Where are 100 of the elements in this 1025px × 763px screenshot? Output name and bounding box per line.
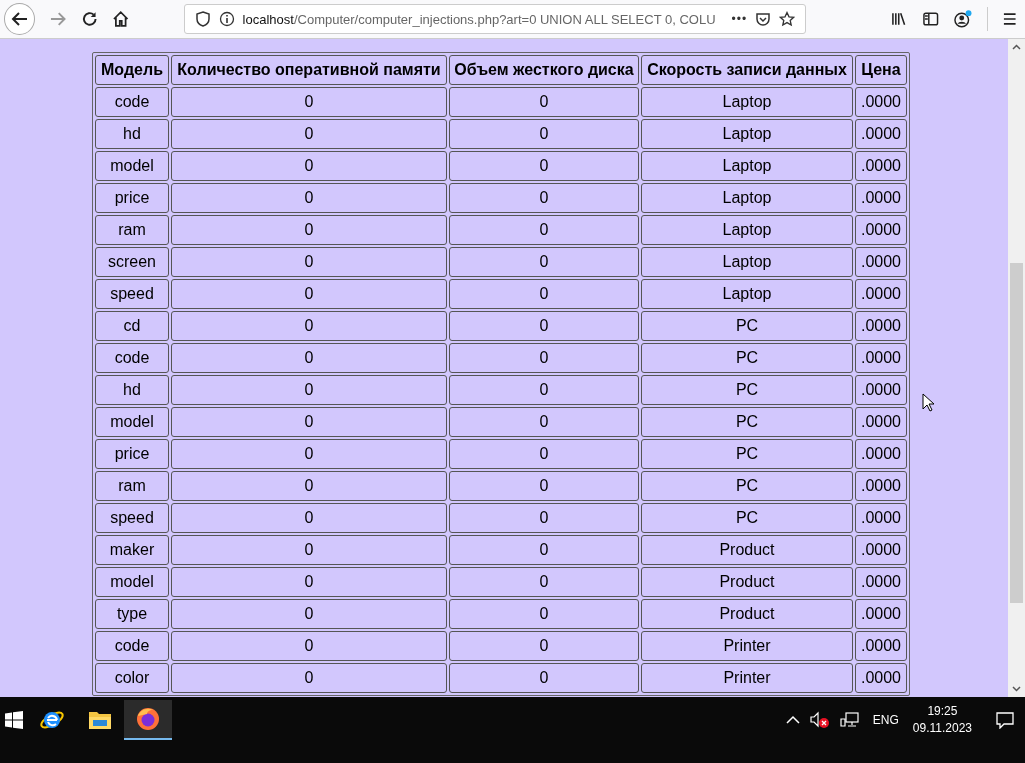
table-cell: cd — [95, 311, 169, 341]
table-cell: .0000 — [855, 407, 907, 437]
more-actions-button[interactable]: ••• — [731, 12, 748, 26]
table-cell: 0 — [449, 567, 639, 597]
home-icon[interactable] — [112, 10, 130, 28]
table-cell: 0 — [171, 215, 447, 245]
table-cell: 0 — [171, 311, 447, 341]
reload-icon[interactable] — [80, 10, 99, 28]
table-cell: 0 — [171, 631, 447, 661]
table-cell: .0000 — [855, 311, 907, 341]
table-cell: 0 — [171, 471, 447, 501]
table-cell: Printer — [641, 663, 853, 693]
table-cell: code — [95, 343, 169, 373]
column-header: Модель — [95, 55, 169, 85]
scrollbar[interactable] — [1008, 39, 1025, 697]
fox-globe-icon — [135, 706, 161, 732]
table-cell: Laptop — [641, 151, 853, 181]
caret-up-icon[interactable] — [785, 715, 800, 725]
table-cell: model — [95, 407, 169, 437]
table-cell: hd — [95, 375, 169, 405]
forward-arrow-icon[interactable] — [49, 10, 67, 28]
url-text: localhost/Computer/computer_injections.php?art=0 UNION ALL SELECT 0, COLU — [242, 11, 717, 27]
table-cell: 0 — [171, 599, 447, 629]
table-cell: 0 — [449, 119, 639, 149]
table-cell: 0 — [449, 407, 639, 437]
info-icon — [218, 11, 235, 27]
table-cell: 0 — [171, 439, 447, 469]
table-cell: .0000 — [855, 567, 907, 597]
table-cell: ram — [95, 215, 169, 245]
clock-date[interactable]: 09.11.2023 — [912, 720, 972, 737]
table-cell: PC — [641, 311, 853, 341]
table-cell: code — [95, 87, 169, 117]
table-cell: .0000 — [855, 375, 907, 405]
table-cell: .0000 — [855, 439, 907, 469]
table-cell: ram — [95, 471, 169, 501]
table-cell: 0 — [449, 183, 639, 213]
table-cell: 0 — [171, 279, 447, 309]
scroll-up-icon[interactable] — [1012, 44, 1021, 50]
table-cell: 0 — [449, 471, 639, 501]
network-icon[interactable] — [839, 711, 860, 729]
windows-start-icon[interactable] — [5, 711, 23, 729]
scroll-down-icon[interactable] — [1012, 686, 1021, 692]
library-icon[interactable] — [890, 10, 908, 28]
taskbar-app[interactable] — [124, 700, 172, 740]
table-cell: 0 — [171, 567, 447, 597]
table-cell: type — [95, 599, 169, 629]
table-cell: 0 — [171, 375, 447, 405]
clock-time[interactable]: 19:25 — [927, 703, 958, 720]
table-cell: .0000 — [855, 535, 907, 565]
table-cell: .0000 — [855, 343, 907, 373]
table-cell: PC — [641, 375, 853, 405]
table-cell: 0 — [449, 439, 639, 469]
table-cell: 0 — [449, 375, 639, 405]
table-cell: PC — [641, 439, 853, 469]
table-cell: 0 — [449, 599, 639, 629]
scrollbar-thumb[interactable] — [1010, 263, 1023, 603]
table-cell: .0000 — [855, 151, 907, 181]
table-cell: 0 — [171, 503, 447, 533]
table-cell: model — [95, 567, 169, 597]
table-cell: PC — [641, 407, 853, 437]
table-cell: 0 — [449, 151, 639, 181]
table-cell: 0 — [449, 311, 639, 341]
table-cell: .0000 — [855, 631, 907, 661]
back-arrow-icon — [10, 10, 29, 28]
menu-icon[interactable] — [1001, 10, 1019, 28]
address-bar[interactable]: localhost/Computer/computer_injections.php?art=0 UNION ALL SELECT 0, COLU ••• — [183, 4, 807, 34]
notification-icon[interactable] — [996, 711, 1014, 729]
table-cell: 0 — [449, 247, 639, 277]
table-cell: 0 — [449, 503, 639, 533]
table-cell: maker — [95, 535, 169, 565]
table-cell: 0 — [171, 247, 447, 277]
language-indicator[interactable]: ENG — [872, 713, 899, 727]
table-cell: model — [95, 151, 169, 181]
table-cell: 0 — [171, 343, 447, 373]
table-cell: PC — [641, 503, 853, 533]
column-header: Количество оперативной памяти — [171, 55, 447, 85]
column-header: Объем жесткого диска — [449, 55, 639, 85]
column-header: Цена — [855, 55, 907, 85]
table-cell: Laptop — [641, 215, 853, 245]
table-cell: .0000 — [855, 279, 907, 309]
table-cell: color — [95, 663, 169, 693]
table-cell: price — [95, 183, 169, 213]
sidebar-icon[interactable] — [921, 10, 940, 28]
table-cell: .0000 — [855, 663, 907, 693]
table-cell: 0 — [449, 663, 639, 693]
speaker-muted-icon[interactable] — [809, 711, 830, 729]
mouse-pointer-icon — [922, 393, 934, 412]
table-cell: .0000 — [855, 599, 907, 629]
back-button[interactable] — [4, 3, 36, 35]
table-cell: .0000 — [855, 247, 907, 277]
table-cell: Laptop — [641, 87, 853, 117]
table-cell: screen — [95, 247, 169, 277]
pocket-icon[interactable] — [755, 11, 772, 27]
table-cell: code — [95, 631, 169, 661]
account-icon[interactable] — [953, 10, 973, 28]
table-cell: Product — [641, 599, 853, 629]
table-cell: 0 — [171, 87, 447, 117]
table-cell: speed — [95, 279, 169, 309]
table-cell: 0 — [449, 279, 639, 309]
star-icon[interactable] — [779, 11, 796, 27]
